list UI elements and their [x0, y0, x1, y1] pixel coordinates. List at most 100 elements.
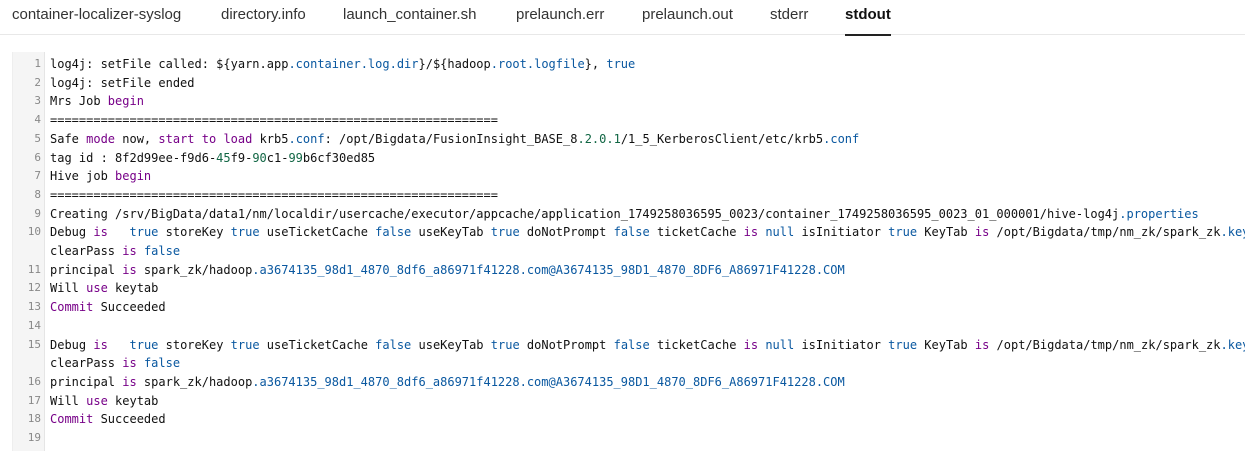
- token: principal: [50, 262, 123, 277]
- token: begin: [115, 169, 152, 184]
- token: use: [86, 281, 108, 296]
- token: spark_zk/hadoop: [136, 262, 253, 277]
- token: .dir: [389, 57, 419, 71]
- token: Creating /srv/BigData/data1/nm/localdir/…: [50, 206, 1120, 221]
- token: .a3674135_98d1_4870_8df6_a86971f41228: [252, 262, 520, 277]
- log-viewer[interactable]: 1 log4j: setFile called: ${yarn.app.conta…: [12, 52, 1245, 451]
- line-text: tag id : 8f2d99ee-f9d6-45f9-90c1-99b6cf3…: [50, 149, 375, 168]
- token: .a3674135_98d1_4870_8df6_a86971f41228: [252, 374, 520, 389]
- log-line: 8 =======================================…: [13, 186, 1245, 205]
- token: principal: [50, 374, 123, 389]
- line-number: 4: [34, 113, 41, 127]
- log-line: 12 Will use keytab: [13, 279, 1245, 298]
- token: .keytab: [1220, 337, 1245, 352]
- log-line: 4 =======================================…: [13, 111, 1245, 130]
- token: is: [122, 356, 137, 371]
- token: .properties: [1119, 206, 1199, 221]
- token: .root: [490, 57, 527, 71]
- tab-directory-info[interactable]: directory.info: [221, 0, 306, 35]
- token: true: [129, 225, 159, 240]
- line-number: 2: [34, 75, 41, 89]
- token: is: [122, 374, 137, 389]
- token: use: [86, 393, 108, 408]
- token: useTicketCache: [259, 337, 376, 352]
- token: true: [129, 337, 159, 352]
- token: ========================================…: [50, 187, 498, 202]
- token: @A3674135_98D1_4870_8DF6_A86971F41228: [548, 262, 816, 277]
- token: is: [974, 225, 990, 240]
- token: true: [888, 225, 918, 240]
- token: is: [122, 262, 137, 277]
- log-line: clearPass is false: [13, 354, 1245, 373]
- token: b6cf30ed85: [302, 150, 376, 165]
- line-number: 17: [27, 393, 41, 407]
- token: Will: [50, 281, 87, 296]
- token: is: [743, 337, 759, 352]
- token: true: [230, 225, 260, 240]
- token: }/${hadoop: [418, 57, 491, 71]
- token: to: [201, 131, 217, 146]
- token: .conf: [823, 131, 860, 146]
- line-text: log4j: setFile ended: [50, 74, 195, 93]
- token: : /opt/Bigdata/FusionInsight_BASE_8: [324, 131, 578, 146]
- token: /1_5_KerberosClient/etc/krb5: [620, 131, 824, 146]
- token: true: [490, 225, 520, 240]
- token: Will: [50, 393, 87, 408]
- token: /opt/Bigdata/tmp/nm_zk/spark_zk: [989, 337, 1221, 352]
- log-line: 6 tag id : 8f2d99ee-f9d6-45f9-90c1-99b6cf…: [13, 149, 1245, 168]
- token: yarn: [230, 57, 260, 71]
- token: is: [93, 225, 108, 240]
- line-number: 7: [34, 169, 41, 183]
- token: false: [143, 244, 181, 258]
- log-line: 3 Mrs Job begin: [13, 92, 1245, 111]
- line-number: 5: [34, 131, 41, 145]
- token: clearPass: [50, 244, 123, 258]
- tab-stderr[interactable]: stderr: [770, 0, 808, 35]
- tab-stdout[interactable]: stdout: [845, 0, 891, 36]
- token: now,: [115, 131, 159, 146]
- line-text: principal is spark_zk/hadoop.a3674135_98…: [50, 261, 845, 280]
- token: start: [158, 131, 195, 146]
- tab-prelaunch-err[interactable]: prelaunch.err: [516, 0, 604, 35]
- token: useKeyTab: [411, 337, 491, 352]
- line-text: Creating /srv/BigData/data1/nm/localdir/…: [50, 205, 1199, 224]
- token: .logfile: [526, 57, 585, 71]
- token: is: [122, 244, 137, 258]
- token: 99: [288, 150, 303, 165]
- token: .1: [606, 131, 621, 146]
- token: c1-: [266, 150, 289, 165]
- token: true: [230, 337, 260, 352]
- token: storeKey: [158, 337, 231, 352]
- tab-prelaunch-out[interactable]: prelaunch.out: [642, 0, 733, 35]
- token: .2: [577, 131, 592, 146]
- token: .com: [519, 262, 549, 277]
- token: Succeeded: [93, 300, 166, 315]
- token: tag id : 8f2d99ee-f9d6-: [50, 150, 217, 165]
- token: f9-: [230, 150, 253, 165]
- log-line: 18 Commit Succeeded: [13, 410, 1245, 429]
- line-number: 12: [27, 281, 41, 295]
- token: 90: [252, 150, 267, 165]
- line-text: Will use keytab: [50, 279, 158, 298]
- token: @A3674135_98D1_4870_8DF6_A86971F41228: [548, 374, 816, 389]
- token: KeyTab: [917, 225, 975, 240]
- token: is: [743, 225, 759, 240]
- token: Commit: [50, 300, 94, 315]
- tab-container-localizer-syslog[interactable]: container-localizer-syslog: [12, 0, 181, 35]
- token: Debug: [50, 225, 94, 240]
- line-text: clearPass is false: [50, 354, 180, 373]
- token: true: [490, 337, 520, 352]
- line-text: Commit Succeeded: [50, 410, 166, 429]
- token: .app: [259, 57, 289, 71]
- line-number: 9: [34, 206, 41, 220]
- token: Succeeded: [93, 412, 166, 427]
- token: /opt/Bigdata/tmp/nm_zk/spark_zk: [989, 225, 1221, 240]
- token: Hive job: [50, 169, 116, 184]
- line-text: Debug is true storeKey true useTicketCac…: [50, 336, 1245, 355]
- token: log4j: setFile ended: [50, 75, 195, 90]
- log-line: 16 principal is spark_zk/hadoop.a3674135_…: [13, 373, 1245, 392]
- tab-launch-container-sh[interactable]: launch_container.sh: [343, 0, 476, 35]
- log-line: 13 Commit Succeeded: [13, 298, 1245, 317]
